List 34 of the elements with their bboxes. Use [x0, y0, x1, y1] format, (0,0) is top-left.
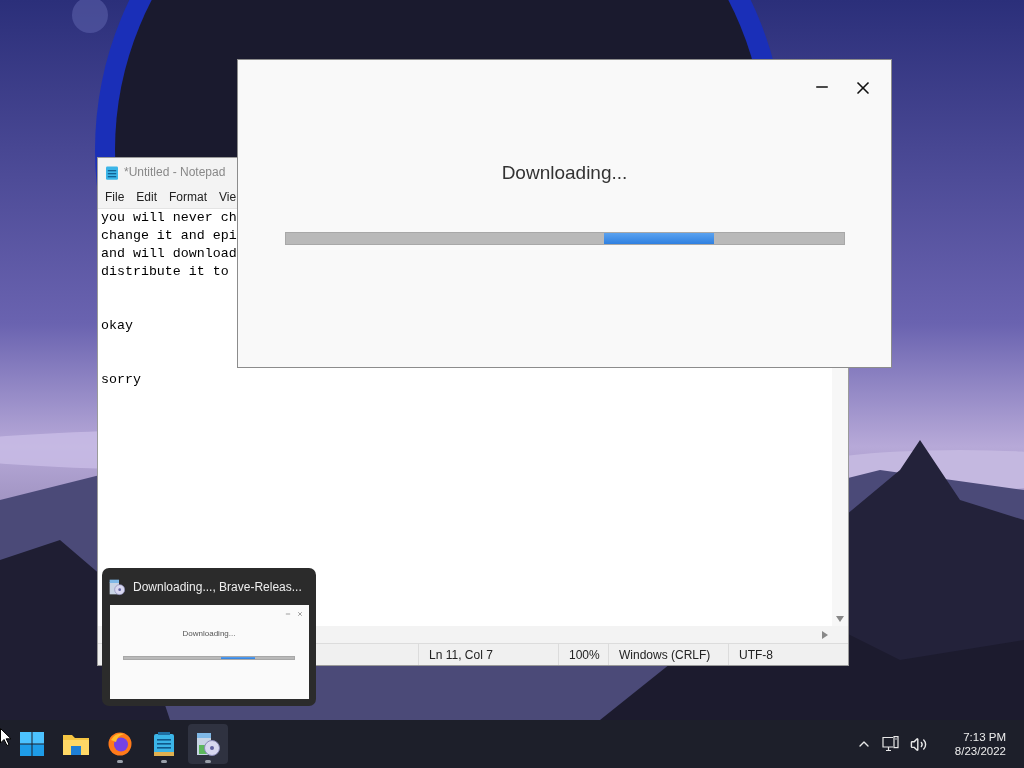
text-line: you will never ch	[101, 209, 237, 227]
window-title: *Untitled - Notepad	[124, 165, 226, 179]
right-arrow-icon[interactable]	[822, 630, 828, 639]
clock[interactable]: 7:13 PM 8/23/2022	[954, 731, 1006, 757]
text-line: change it and epi	[101, 227, 237, 245]
text-line: distribute it to	[101, 263, 229, 281]
text-line: sorry	[101, 371, 141, 389]
status-text: Windows (CRLF)	[608, 644, 728, 665]
menu-item[interactable]: Edit	[136, 190, 158, 204]
dialog-title: Downloading...	[501, 162, 628, 184]
status-text: 100%	[558, 644, 608, 665]
status-text: Ln 11, Col 7	[418, 644, 558, 665]
installer-icon	[196, 731, 220, 757]
taskbar-app-button[interactable]	[188, 724, 228, 764]
folder-icon	[63, 733, 89, 755]
close-icon	[296, 611, 303, 617]
installer-icon	[109, 577, 125, 596]
menu-item[interactable]: Format	[169, 190, 208, 204]
menu-item[interactable]: File	[105, 190, 125, 204]
notepad-icon	[154, 732, 174, 756]
preview-title: Downloading..., Brave-Releas...	[133, 579, 302, 594]
network-icon[interactable]	[881, 736, 900, 752]
windows-logo-icon	[20, 732, 44, 756]
cursor-icon	[0, 728, 12, 746]
text-line: and will download	[101, 245, 237, 263]
browser-icon	[108, 732, 132, 756]
notepad-icon	[106, 164, 118, 180]
down-arrow-icon[interactable]	[836, 616, 844, 622]
text-line: okay	[101, 317, 133, 335]
volume-icon[interactable]	[909, 735, 927, 753]
preview-dialog-title: Downloading...	[182, 629, 236, 638]
minimize-icon	[284, 611, 291, 617]
status-text: UTF-8	[728, 644, 848, 665]
menu-item[interactable]: Vie	[219, 190, 237, 204]
